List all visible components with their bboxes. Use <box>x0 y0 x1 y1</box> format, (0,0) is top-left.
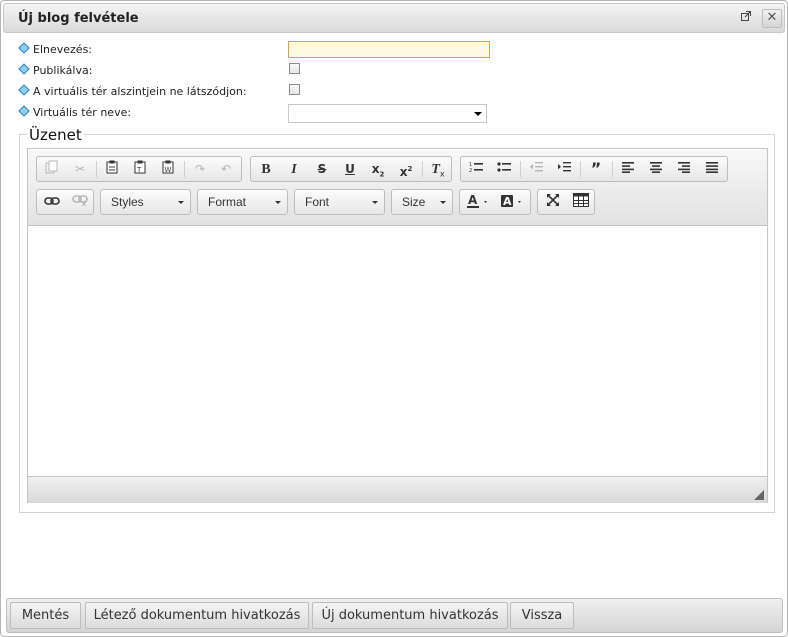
chevron-down-icon <box>178 201 184 204</box>
strikethrough-icon[interactable]: S <box>311 160 333 178</box>
undo-icon[interactable]: ↶ <box>215 160 237 178</box>
align-left-icon[interactable] <box>617 160 639 178</box>
bulleted-list-icon[interactable] <box>493 160 515 178</box>
external-window-icon[interactable] <box>739 11 753 25</box>
svg-text:W: W <box>165 166 172 174</box>
hide-subspaces-checkbox[interactable] <box>289 84 300 95</box>
action-bar: Mentés Létező dokumentum hivatkozás Új d… <box>6 598 783 633</box>
toolbar-separator <box>520 161 521 177</box>
redo-icon[interactable]: ↷ <box>189 160 211 178</box>
colors-group: A A <box>459 189 531 215</box>
font-label: Font <box>305 195 330 209</box>
svg-text:2: 2 <box>469 168 472 173</box>
size-label: Size <box>402 195 426 209</box>
dialog-window: Új blog felvétele ✕ Elnevezés: Publikálv… <box>0 0 788 637</box>
align-right-icon[interactable] <box>673 160 695 178</box>
underline-icon[interactable]: U <box>339 160 361 178</box>
cut-icon[interactable]: ✂ <box>69 160 91 178</box>
links-group <box>36 189 94 215</box>
table-icon[interactable] <box>570 193 592 211</box>
text-color-icon[interactable]: A <box>464 193 494 211</box>
published-checkbox[interactable] <box>289 63 300 74</box>
svg-text:T: T <box>136 166 142 174</box>
align-center-icon[interactable] <box>645 160 667 178</box>
dialog-titlebar[interactable]: Új blog felvétele ✕ <box>3 3 785 33</box>
hide-row: A virtuális tér alszintjein ne látszódjo… <box>18 84 247 103</box>
editor-toolbar: ✂ T W ↷ ↶ B I S U x2 x2 Tx 1 2 ” Styles … <box>28 149 767 226</box>
name-label: Elnevezés: <box>33 43 93 56</box>
name-input[interactable] <box>288 41 490 58</box>
toolbar-separator <box>96 161 97 177</box>
bullet-icon <box>18 42 30 54</box>
save-button[interactable]: Mentés <box>10 602 81 629</box>
existing-document-link-button[interactable]: Létező dokumentum hivatkozás <box>85 602 309 629</box>
chevron-down-icon <box>275 201 281 204</box>
blockquote-icon[interactable]: ” <box>585 160 607 178</box>
space-label: Virtuális tér neve: <box>33 106 132 119</box>
indent-icon[interactable] <box>553 160 575 178</box>
outdent-icon[interactable] <box>525 160 547 178</box>
justify-icon[interactable] <box>701 160 723 178</box>
maximize-icon[interactable] <box>542 193 564 211</box>
new-document-link-button[interactable]: Új dokumentum hivatkozás <box>312 602 508 629</box>
space-select[interactable] <box>288 104 487 123</box>
paste-word-icon[interactable]: W <box>157 160 179 178</box>
styles-combo[interactable]: Styles <box>100 189 191 215</box>
editor-content-area[interactable] <box>28 226 767 475</box>
numbered-list-icon[interactable]: 12 <box>465 160 487 178</box>
dialog-title: Új blog felvétele <box>18 11 139 26</box>
editor-statusbar <box>28 476 767 503</box>
bullet-icon <box>18 105 30 117</box>
bullet-icon <box>18 84 30 96</box>
published-row: Publikálva: <box>18 63 93 82</box>
toolbar-separator <box>612 161 613 177</box>
back-button[interactable]: Vissza <box>510 602 574 629</box>
space-row: Virtuális tér neve: <box>18 105 132 124</box>
styles-label: Styles <box>111 195 144 209</box>
copy-icon[interactable] <box>41 160 63 178</box>
chevron-down-icon <box>372 201 378 204</box>
bullet-icon <box>18 63 30 75</box>
hide-label: A virtuális tér alszintjein ne látszódjo… <box>33 85 247 98</box>
link-icon[interactable] <box>41 193 63 211</box>
font-combo[interactable]: Font <box>294 189 385 215</box>
superscript-icon[interactable]: x2 <box>395 160 417 179</box>
chevron-down-icon <box>440 201 446 204</box>
tools-group <box>537 189 595 215</box>
chevron-down-icon <box>474 112 482 116</box>
basic-styles-group: B I S U x2 x2 Tx <box>250 156 452 182</box>
published-label: Publikálva: <box>33 64 93 77</box>
paste-icon[interactable] <box>101 160 123 178</box>
svg-text:A: A <box>468 193 478 207</box>
toolbar-separator <box>184 161 185 177</box>
close-button[interactable]: ✕ <box>762 9 782 28</box>
name-row: Elnevezés: <box>18 42 93 61</box>
subscript-icon[interactable]: x2 <box>367 160 389 178</box>
unlink-icon[interactable] <box>69 193 91 211</box>
paste-text-icon[interactable]: T <box>129 160 151 178</box>
italic-icon[interactable]: I <box>283 160 305 178</box>
paragraph-group: 12 ” <box>460 156 728 182</box>
svg-text:A: A <box>503 195 512 208</box>
format-label: Format <box>208 195 247 209</box>
clipboard-group: ✂ T W ↷ ↶ <box>36 156 242 182</box>
message-legend: Üzenet <box>27 126 84 144</box>
rich-text-editor: ✂ T W ↷ ↶ B I S U x2 x2 Tx 1 2 ” Styles … <box>27 148 768 503</box>
resize-handle-icon[interactable] <box>754 490 764 500</box>
toolbar-separator <box>580 161 581 177</box>
bold-icon[interactable]: B <box>255 160 277 178</box>
size-combo[interactable]: Size <box>391 189 453 215</box>
remove-format-icon[interactable]: Tx <box>427 160 449 178</box>
format-combo[interactable]: Format <box>197 189 288 215</box>
background-color-icon[interactable]: A <box>498 193 528 211</box>
toolbar-separator <box>422 161 423 177</box>
